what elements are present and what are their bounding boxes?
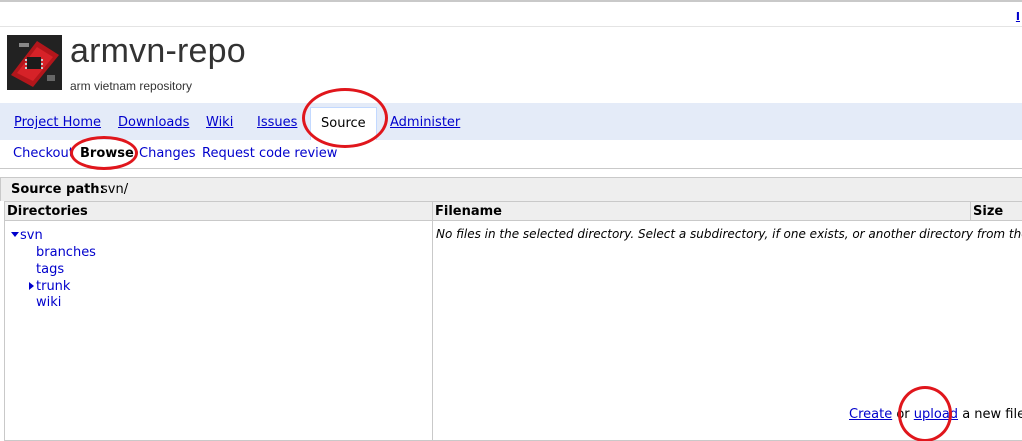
filename-column-header[interactable]: Filename (435, 204, 502, 219)
project-summary: arm vietnam repository (70, 79, 193, 93)
tree-node-label[interactable]: trunk (36, 279, 70, 294)
collapsed-triangle-icon[interactable] (29, 282, 34, 290)
directories-panel: Directories svn branches tags trunk wiki (4, 201, 433, 441)
tab-source[interactable]: Source (310, 107, 377, 141)
tree-node-trunk[interactable]: trunk (29, 279, 70, 294)
tab-issues[interactable]: Issues (257, 115, 297, 130)
tab-administer[interactable]: Administer (390, 115, 460, 130)
tree-node-svn[interactable]: svn (11, 228, 43, 243)
main-tab-bar: Project Home Downloads Wiki Issues Sourc… (0, 103, 1022, 141)
expanded-triangle-icon[interactable] (11, 232, 19, 237)
empty-directory-message: No files in the selected directory. Sele… (436, 227, 1022, 241)
or-text: or (892, 407, 914, 422)
files-header: Filename Size (433, 202, 1022, 221)
directories-header: Directories (5, 202, 432, 221)
tab-downloads[interactable]: Downloads (118, 115, 189, 130)
tree-node-wiki[interactable]: wiki (36, 295, 61, 310)
subnav-changes[interactable]: Changes (139, 146, 196, 161)
subnav-request-code-review[interactable]: Request code review (202, 146, 337, 161)
source-path-label: Source path: (11, 182, 105, 197)
tree-node-label[interactable]: svn (20, 228, 43, 243)
top-utility-bar: I (0, 2, 1022, 27)
new-file-text: a new file (958, 407, 1022, 422)
create-file-link[interactable]: Create (849, 407, 892, 422)
tree-node-branches[interactable]: branches (36, 245, 96, 260)
size-column-header[interactable]: Size (970, 202, 1003, 221)
tab-project-home[interactable]: Project Home (14, 115, 101, 130)
tree-node-tags[interactable]: tags (36, 262, 64, 277)
subnav-browse[interactable]: Browse (80, 146, 134, 161)
subnav-checkout[interactable]: Checkout (13, 146, 74, 161)
source-path-value: svn/ (101, 182, 129, 197)
files-panel: Filename Size No files in the selected d… (432, 201, 1022, 441)
create-upload-line: Create or upload a new file (849, 407, 1022, 422)
upload-file-link[interactable]: upload (914, 407, 958, 422)
project-title: armvn-repo (70, 32, 246, 70)
source-sub-navigation: Checkout Browse Changes Request code rev… (0, 140, 1022, 169)
source-path-bar: Source path: svn/ (0, 177, 1022, 201)
user-menu-link[interactable]: I (1016, 10, 1020, 23)
tab-wiki[interactable]: Wiki (206, 115, 233, 130)
project-logo (7, 35, 62, 90)
